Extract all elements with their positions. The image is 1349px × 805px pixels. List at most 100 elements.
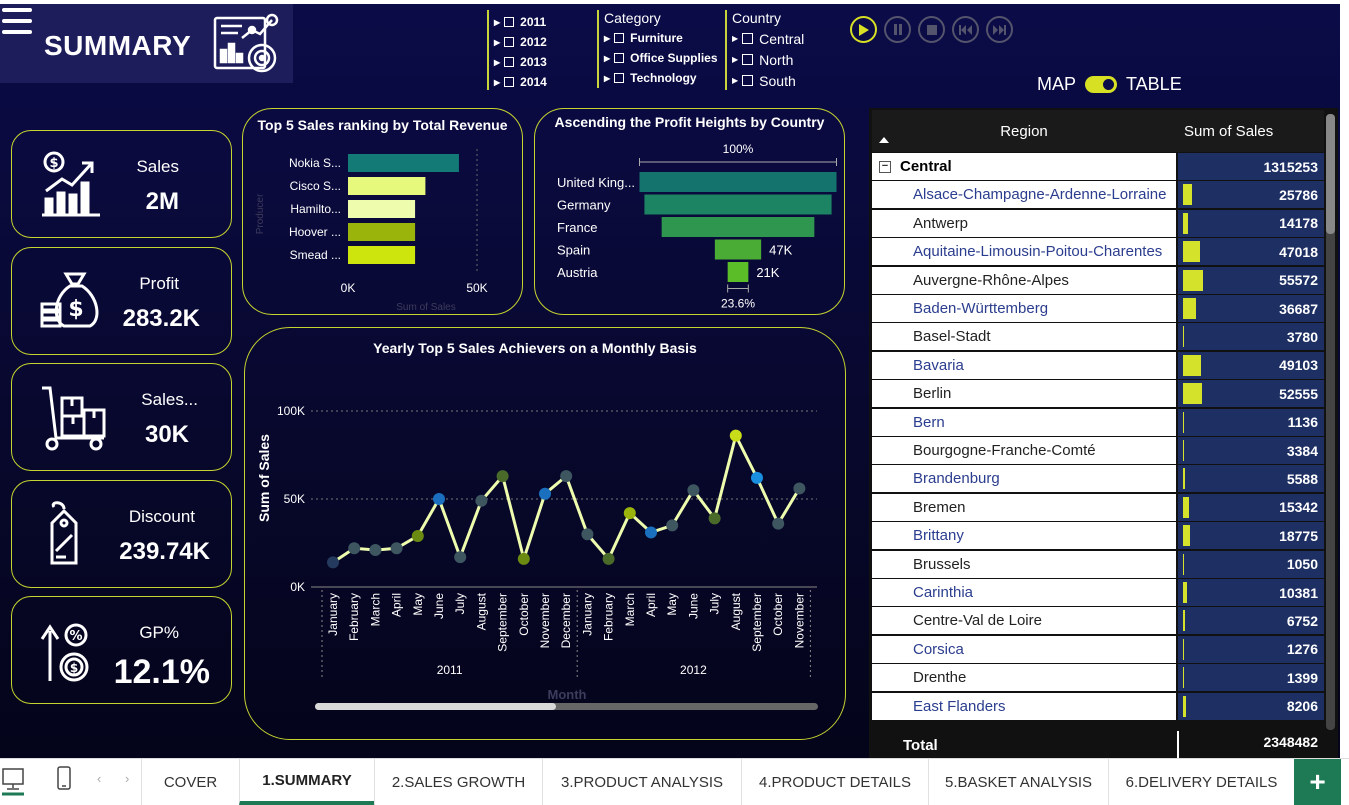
- table-group-row[interactable]: − Central 1315253: [872, 153, 1324, 181]
- year-option[interactable]: ▶ 2013: [494, 52, 547, 72]
- table-row[interactable]: Auvergne-Rhône-Alpes 55572: [872, 266, 1324, 295]
- table-row[interactable]: Brittany 18775: [872, 522, 1324, 550]
- tab-product-details[interactable]: 4.PRODUCT DETAILS: [741, 759, 928, 805]
- stop-button[interactable]: [918, 16, 945, 43]
- expand-icon[interactable]: ▶: [732, 76, 738, 85]
- expand-icon[interactable]: ▶: [494, 78, 500, 87]
- checkbox[interactable]: [504, 37, 515, 47]
- table-row[interactable]: Centre-Val de Loire 6752: [872, 607, 1324, 635]
- expand-icon[interactable]: ▶: [732, 34, 738, 43]
- table-row[interactable]: Bavaria 49103: [872, 351, 1324, 380]
- country-option[interactable]: ▶ South: [732, 70, 804, 91]
- collapse-icon[interactable]: −: [879, 161, 891, 173]
- x-tick-label: June: [686, 593, 700, 619]
- column-header-region[interactable]: Region: [872, 110, 1176, 152]
- expand-icon[interactable]: ▶: [732, 55, 738, 64]
- table-scrollbar[interactable]: [1326, 114, 1335, 730]
- kpi-label: Discount: [128, 507, 195, 526]
- year-option[interactable]: ▶ 2011: [494, 12, 547, 32]
- region-cell: Drenthe: [872, 664, 1176, 692]
- checkbox[interactable]: [504, 57, 515, 67]
- table-row[interactable]: Drenthe 1399: [872, 664, 1324, 692]
- scroll-right-icon[interactable]: ›: [125, 771, 129, 786]
- x-tick-label: July: [708, 593, 722, 614]
- total-label: Total: [903, 737, 938, 754]
- checkbox[interactable]: [742, 54, 754, 65]
- country-option[interactable]: ▶ Central: [732, 28, 804, 49]
- checkbox[interactable]: [504, 77, 515, 87]
- x-tick-label: March: [368, 593, 382, 626]
- play-axis-controls: [850, 16, 1013, 43]
- expand-icon[interactable]: ▶: [604, 54, 610, 63]
- category-label: United King...: [557, 175, 635, 190]
- tab-product-analysis[interactable]: 3.PRODUCT ANALYSIS: [542, 759, 741, 805]
- sales-cell: 1136: [1178, 408, 1324, 436]
- category-option[interactable]: ▶ Technology: [604, 68, 718, 88]
- expand-icon[interactable]: ▶: [494, 58, 500, 67]
- table-row[interactable]: Carinthia 10381: [872, 579, 1324, 607]
- expand-icon[interactable]: ▶: [604, 34, 610, 43]
- table-row[interactable]: Antwerp 14178: [872, 209, 1324, 238]
- tab-sales-growth[interactable]: 2.SALES GROWTH: [374, 759, 542, 805]
- scroll-left-icon[interactable]: ‹: [97, 771, 101, 786]
- kpi-value: 12.1%: [113, 653, 210, 691]
- funnel-bar: [714, 239, 762, 260]
- expand-icon[interactable]: ▶: [494, 18, 500, 27]
- add-page-button[interactable]: +: [1294, 759, 1341, 805]
- money-bag-icon: $: [40, 272, 99, 328]
- table-row[interactable]: Brandenburg 5588: [872, 465, 1324, 493]
- expand-icon[interactable]: ▶: [604, 74, 610, 83]
- table-row[interactable]: Bremen 15342: [872, 493, 1324, 522]
- next-button[interactable]: [986, 16, 1013, 43]
- table-row[interactable]: Brussels 1050: [872, 550, 1324, 579]
- tab-basket-analysis[interactable]: 5.BASKET ANALYSIS: [928, 759, 1108, 805]
- region-cell: Berlin: [872, 380, 1176, 408]
- checkbox[interactable]: [614, 33, 625, 43]
- previous-button[interactable]: [952, 16, 979, 43]
- x-tick-label: August: [474, 592, 488, 630]
- region-cell: Brittany: [872, 522, 1176, 550]
- table-row[interactable]: Basel-Stadt 3780: [872, 323, 1324, 351]
- table-row[interactable]: Baden-Württemberg 36687: [872, 295, 1324, 323]
- tab-delivery-details[interactable]: 6.DELIVERY DETAILS: [1108, 759, 1294, 805]
- x-tick-label: September: [496, 593, 510, 652]
- map-table-switch[interactable]: [1085, 76, 1118, 93]
- category-option[interactable]: ▶ Furniture: [604, 28, 718, 48]
- menu-icon[interactable]: [2, 8, 32, 36]
- checkbox[interactable]: [614, 73, 625, 83]
- sales-cell: 25786: [1178, 181, 1324, 209]
- desktop-view-icon[interactable]: [2, 767, 24, 797]
- table-row[interactable]: Berlin 52555: [872, 380, 1324, 408]
- year-option[interactable]: ▶ 2012: [494, 32, 547, 52]
- table-row[interactable]: East Flanders 8206: [872, 692, 1324, 721]
- checkbox[interactable]: [742, 75, 754, 86]
- checkbox[interactable]: [614, 53, 625, 63]
- total-value: 2348482: [1263, 734, 1318, 750]
- sales-cell: 1399: [1178, 664, 1324, 692]
- tab-summary[interactable]: 1.SUMMARY: [239, 759, 374, 805]
- expand-icon[interactable]: ▶: [494, 38, 500, 47]
- table-row[interactable]: Alsace-Champagne-Ardenne-Lorraine 25786: [872, 181, 1324, 209]
- play-button[interactable]: [850, 16, 877, 43]
- sales-value: 1276: [1286, 641, 1318, 658]
- mobile-view-icon[interactable]: [57, 766, 71, 790]
- data-point: [560, 470, 573, 483]
- region-cell: Bremen: [872, 493, 1176, 521]
- region-cell: Bern: [872, 408, 1176, 436]
- table-row[interactable]: Bern 1136: [872, 408, 1324, 437]
- data-point: [645, 526, 657, 539]
- year-option[interactable]: ▶ 2014: [494, 72, 547, 92]
- tab-cover[interactable]: COVER: [141, 759, 239, 805]
- skip-forward-icon: [993, 24, 1006, 35]
- table-row[interactable]: Bourgogne-Franche-Comté 3384: [872, 437, 1324, 465]
- pause-button[interactable]: [884, 16, 911, 43]
- column-header-sales[interactable]: Sum of Sales: [1179, 110, 1326, 152]
- table-row[interactable]: Aquitaine-Limousin-Poitou-Charentes 47018: [872, 238, 1324, 266]
- checkbox[interactable]: [504, 17, 515, 27]
- x-tick-label: June: [432, 593, 446, 619]
- category-option[interactable]: ▶ Office Supplies: [604, 48, 718, 68]
- scrollbar-thumb[interactable]: [1326, 114, 1335, 234]
- checkbox[interactable]: [742, 33, 754, 44]
- country-option[interactable]: ▶ North: [732, 49, 804, 70]
- table-row[interactable]: Corsica 1276: [872, 635, 1324, 664]
